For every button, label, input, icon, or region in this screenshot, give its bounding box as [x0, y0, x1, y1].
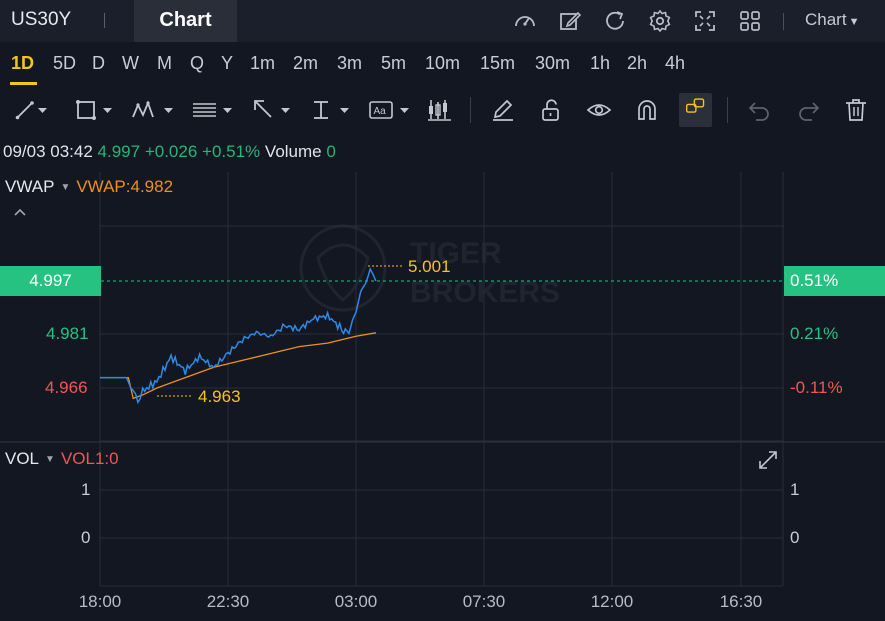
x-tick-label: 07:30 [463, 592, 506, 611]
pct-level-low: -0.11% [790, 378, 843, 397]
x-tick-label: 22:30 [207, 592, 250, 611]
vol-axis-right-top: 1 [790, 480, 800, 499]
chevron-down-icon: ▼ [60, 182, 71, 193]
chevron-down-icon: ▼ [45, 454, 55, 465]
x-tick-label: 12:00 [591, 592, 634, 611]
quote-volume: 0 [326, 142, 336, 161]
quote-change-pct: +0.51% [202, 142, 261, 161]
vol-indicator-name: VOL [5, 449, 40, 468]
price-level-low: 4.966 [45, 378, 88, 397]
chart-canvas[interactable]: TIGER BROKERS 5.001 4.963 18:00 22:30 03… [0, 0, 885, 621]
x-tick-label: 16:30 [720, 592, 763, 611]
vol-axis-left-top: 1 [81, 480, 91, 499]
quote-time: 09/03 03:42 [3, 142, 93, 161]
current-pct-tag: 0.51% [784, 266, 885, 296]
quote-price: 4.997 [97, 142, 141, 161]
vol-indicator-header[interactable]: VOL ▼ VOL1:0 [5, 449, 119, 469]
vwap-indicator-name: VWAP [5, 177, 55, 196]
x-tick-label: 18:00 [79, 592, 122, 611]
current-price-tag: 4.997 [0, 266, 101, 296]
quote-change: +0.026 [144, 142, 198, 161]
pct-level-mid: 0.21% [790, 324, 839, 343]
quote-volume-label: Volume [264, 142, 322, 161]
vol-indicator-value: VOL1:0 [60, 449, 119, 468]
x-tick-label: 03:00 [335, 592, 378, 611]
price-line [100, 267, 377, 405]
high-marker-label: 5.001 [408, 257, 451, 276]
volume-grid [100, 489, 783, 587]
vwap-indicator-header[interactable]: VWAP ▼ VWAP:4.982 [5, 177, 173, 197]
price-level-mid: 4.981 [46, 324, 89, 343]
vol-axis-right-bottom: 0 [790, 528, 800, 547]
vol-axis-left-bottom: 0 [81, 528, 91, 547]
vwap-indicator-value: VWAP:4.982 [76, 177, 174, 196]
collapse-chevron-up-icon[interactable] [13, 207, 27, 217]
low-marker-label: 4.963 [198, 387, 241, 406]
expand-pane-icon [759, 451, 777, 469]
vertical-grid [99, 172, 784, 586]
quote-line: 09/03 03:42 4.997 +0.026 +0.51% Volume 0 [3, 142, 336, 162]
